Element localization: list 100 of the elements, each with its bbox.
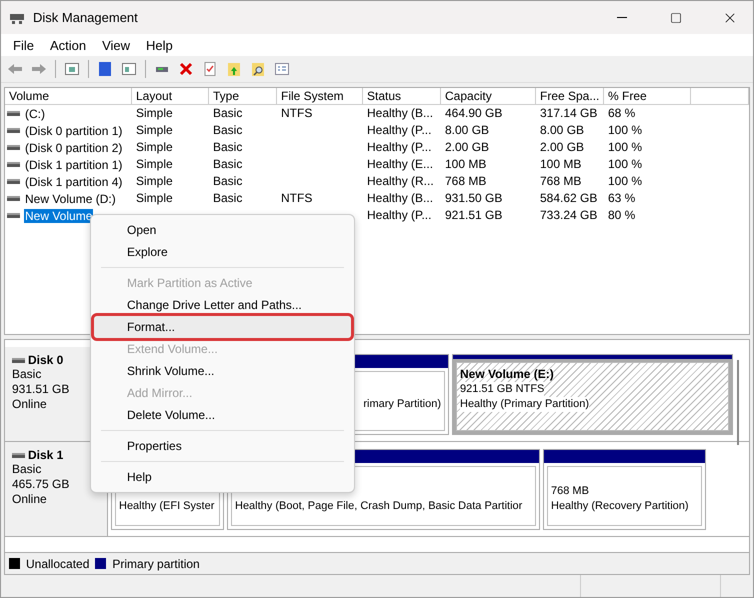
volume-row[interactable]: (Disk 0 partition 2) Simple Basic Healthy (P... 2.00 GB 2.00 GB 100 % [5, 139, 749, 156]
checklist-icon [202, 61, 218, 77]
table-cell-text: 68 % [607, 106, 636, 121]
table-cell-text: Basic [212, 191, 242, 206]
legend-label: Unallocated [26, 556, 90, 570]
partition-title: New Volume (E:) [460, 367, 554, 382]
volume-name: (Disk 1 partition 4) [24, 174, 124, 188]
partition-block[interactable]: 768 MB Healthy (Recovery Partition) [543, 449, 706, 530]
drive-icon [7, 213, 20, 218]
drive-icon [7, 128, 20, 133]
table-cell-text: 317.14 GB [539, 106, 598, 121]
partition-info: 768 MB [551, 484, 589, 499]
panel-icon [64, 61, 80, 77]
table-cell-text: 464.90 GB [444, 106, 502, 121]
table-cell-text: 8.00 GB [444, 123, 490, 138]
folder-up-icon [226, 61, 242, 77]
table-cell-text: Simple [135, 157, 173, 172]
table-cell-text: NTFS [280, 106, 312, 121]
partition-block[interactable]: New Volume (E:) 921.51 GB NTFS Healthy (Primary Partition) [452, 354, 733, 435]
table-cell-text: Healthy (B... [366, 191, 434, 206]
disk-status: Online [12, 492, 48, 507]
drive-icon [7, 111, 20, 116]
table-cell-text: Healthy (P... [366, 123, 432, 138]
column-header[interactable]: Volume [5, 88, 132, 105]
table-cell-text: Simple [135, 106, 173, 121]
table-cell-text: 100 % [607, 174, 642, 189]
drive-icon [7, 196, 20, 201]
table-cell-text: 100 % [607, 123, 642, 138]
volume-name: (Disk 1 partition 1) [24, 158, 124, 172]
table-cell-text: Basic [212, 157, 242, 172]
table-cell-text: 584.62 GB [539, 191, 598, 206]
table-cell-text: 80 % [607, 208, 636, 223]
menu-item[interactable]: File [5, 34, 42, 56]
volume-row[interactable]: (Disk 1 partition 1) Simple Basic Healthy (E... 100 MB 100 MB 100 % [5, 156, 749, 173]
minimize-icon [617, 17, 627, 18]
partition-info: 921.51 GB NTFS [460, 382, 544, 397]
column-header[interactable]: Status [363, 88, 441, 105]
table-cell-text: 768 MB [539, 174, 582, 189]
partition-info: rimary Partition) [363, 397, 441, 412]
context-menu-item[interactable]: Format... [94, 316, 351, 338]
drive-icon [7, 145, 20, 150]
delete-icon [178, 61, 194, 77]
partition-info: Healthy (Primary Partition) [460, 397, 589, 412]
menu-item[interactable]: Action [42, 34, 94, 56]
context-menu-item[interactable]: Delete Volume... [94, 404, 351, 426]
table-cell-text: Simple [135, 191, 173, 206]
drive-icon [12, 358, 25, 362]
menu-item[interactable]: View [94, 34, 138, 56]
table-cell-text: Simple [135, 174, 173, 189]
partition-info: Healthy (EFI Syster [119, 499, 214, 514]
column-header[interactable]: Layout [132, 88, 209, 105]
back-arrow-icon [7, 61, 23, 77]
header-filler [691, 88, 749, 105]
scrollbar-thumb[interactable] [737, 360, 739, 445]
list-icon [274, 61, 290, 77]
table-cell-text: Basic [212, 174, 242, 189]
disk-size: 931.51 GB [12, 382, 70, 397]
table-cell-text: Basic [212, 106, 242, 121]
disk-size: 465.75 GB [12, 477, 70, 492]
volume-name: (C:) [24, 106, 46, 120]
table-cell-text: 2.00 GB [444, 140, 490, 155]
table-cell-text: Healthy (P... [366, 208, 432, 223]
column-header[interactable]: Type [209, 88, 277, 105]
table-cell-text: Basic [212, 140, 242, 155]
menu-item[interactable]: Help [138, 34, 181, 56]
volume-row[interactable]: New Volume (D:) Simple Basic NTFS Healthy (B... 931.50 GB 584.62 GB 63 % [5, 190, 749, 207]
disk-type: Basic [12, 367, 42, 382]
partition-info: Healthy (Recovery Partition) [551, 499, 689, 514]
column-header[interactable]: Free Spa... [536, 88, 604, 105]
window-title: Disk Management [33, 10, 139, 25]
volume-row[interactable]: (Disk 0 partition 1) Simple Basic Healthy (P... 8.00 GB 8.00 GB 100 % [5, 122, 749, 139]
table-cell-text: 100 % [607, 140, 642, 155]
context-menu-item[interactable]: Shrink Volume... [94, 360, 351, 382]
volume-name: (Disk 0 partition 1) [24, 124, 124, 138]
table-cell-text: NTFS [280, 191, 312, 206]
context-menu-item[interactable]: Explore [94, 241, 351, 263]
context-menu-item[interactable]: Change Drive Letter and Paths... [94, 294, 351, 316]
drive-icon [7, 179, 20, 184]
table-cell-text: Simple [135, 140, 173, 155]
column-header[interactable]: File System [277, 88, 363, 105]
table-cell-text: 63 % [607, 191, 636, 206]
table-cell-text: Healthy (B... [366, 106, 434, 121]
table-cell-text: 8.00 GB [539, 123, 584, 138]
disk-name: Disk 1 [28, 448, 64, 462]
disk-name: Disk 0 [28, 353, 64, 367]
legend-label: Primary partition [112, 556, 200, 570]
disk-status: Online [12, 397, 48, 412]
partition-info: Healthy (Boot, Page File, Crash Dump, Basic Data Partitior [235, 499, 522, 514]
folder-search-icon [250, 61, 266, 77]
volume-name: New Volume (D:) [24, 192, 117, 206]
drive-icon [7, 162, 20, 167]
table-cell-text: Basic [212, 123, 242, 138]
volume-row[interactable]: (C:) Simple Basic NTFS Healthy (B... 464.90 GB 317.14 GB 68 % [5, 105, 749, 122]
table-cell-text: Healthy (P... [366, 140, 432, 155]
column-header[interactable]: % Free [604, 88, 691, 105]
volume-name: (Disk 0 partition 2) [24, 140, 124, 154]
table-cell-text: 768 MB [444, 174, 486, 189]
table-cell-text: Healthy (R... [366, 174, 434, 189]
column-header[interactable]: Capacity [441, 88, 536, 105]
volume-row[interactable]: (Disk 1 partition 4) Simple Basic Healthy (R... 768 MB 768 MB 100 % [5, 173, 749, 190]
